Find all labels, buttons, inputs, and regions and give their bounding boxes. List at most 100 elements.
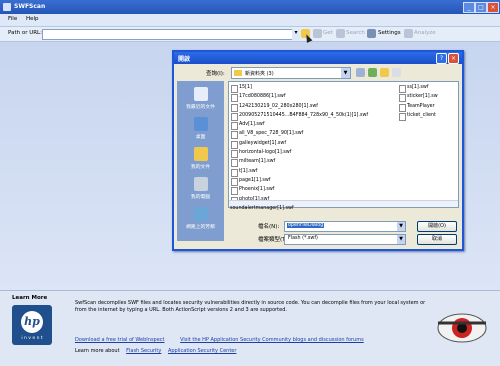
flash-security-link[interactable]: Flash Security — [126, 348, 161, 354]
title-bar: SWFScan _ □ × — [0, 0, 500, 14]
view-menu-icon[interactable] — [392, 68, 401, 77]
file-name: 15[1] — [239, 85, 252, 90]
links-row-2: Learn more about Flash Security Applicat… — [75, 348, 236, 354]
look-in-label: 查詢(I): — [206, 71, 225, 77]
swf-file-icon — [399, 103, 406, 112]
search-icon — [336, 29, 345, 38]
swf-file-icon — [231, 112, 238, 121]
help-icon[interactable]: ? — [436, 53, 447, 64]
description-text: SwfScan decompiles SWF files and locates… — [75, 300, 426, 313]
place-desktop[interactable]: 桌面 — [177, 117, 224, 140]
swf-file-icon — [231, 159, 238, 168]
file-name: soundalertmanager[1].swf — [230, 206, 294, 211]
hp-tagline: i n v e n t — [21, 336, 43, 341]
maximize-button[interactable]: □ — [475, 2, 487, 13]
file-name: all_V8_spec_728_90[1].swf — [239, 131, 304, 137]
menu-help[interactable]: Help — [26, 16, 39, 22]
eye-logo-icon — [437, 313, 487, 343]
filename-input[interactable]: openFileDialog ▼ — [284, 221, 406, 232]
file-name: t[1].swf — [239, 168, 258, 174]
app-icon — [3, 3, 11, 11]
file-name: page1[1].swf — [239, 177, 271, 183]
community-link[interactable]: Visit the HP Application Security Commun… — [180, 337, 364, 343]
dialog-close-button[interactable]: × — [448, 53, 459, 64]
up-folder-icon[interactable] — [368, 68, 377, 77]
learn-more-about-label: Learn more about — [75, 348, 120, 354]
security-center-link[interactable]: Application Security Center — [168, 348, 236, 354]
open-button[interactable]: 開啟(O) — [417, 221, 457, 232]
analyze-button[interactable]: Analyze — [414, 30, 436, 36]
search-button[interactable]: Search — [346, 30, 365, 36]
file-name: ticket_client — [407, 112, 436, 118]
cancel-button[interactable]: 取消 — [417, 234, 457, 245]
toolbar: Path or URL: ▾ Get Search Settings Analy… — [0, 27, 500, 42]
recent-documents-icon — [193, 87, 208, 101]
menu-file[interactable]: File — [8, 16, 17, 22]
get-button[interactable]: Get — [323, 30, 333, 36]
minimize-button[interactable]: _ — [463, 2, 475, 13]
filetype-value: Flash (*.swf) — [288, 236, 318, 241]
file-name: galleywidget[1].swf — [239, 140, 287, 146]
menu-bar: File Help — [0, 14, 500, 27]
look-in-value: 新資料夾 (3) — [245, 71, 274, 77]
filename-label: 檔名(N): — [258, 224, 280, 230]
settings-button[interactable]: Settings — [378, 30, 401, 36]
filename-value: openFileDialog — [287, 223, 325, 228]
place-label: 我的文件 — [190, 165, 211, 170]
swf-file-icon — [231, 103, 238, 112]
list-item[interactable]: soundalertmanager[1].swf — [230, 206, 294, 211]
learn-more-panel: Learn More hp i n v e n t SwfScan decomp… — [0, 290, 500, 366]
new-folder-icon[interactable] — [380, 68, 389, 77]
place-network[interactable]: 網路上的芳鄰 — [177, 207, 224, 230]
swf-file-icon — [231, 187, 238, 196]
close-button[interactable]: × — [487, 2, 499, 13]
file-name: 1242130219_02_280x280[1].swf — [239, 103, 319, 109]
place-label: 網路上的芳鄰 — [186, 225, 215, 230]
file-name: 200905271510445...B4F884_728x90_4_50k(1)… — [239, 112, 369, 118]
path-label: Path or URL: — [8, 30, 42, 36]
places-bar: 我最近的文件 桌面 我的文件 我的電腦 網路上的芳鄰 — [177, 81, 224, 241]
place-label: 我的電腦 — [190, 195, 211, 200]
file-name: TeamPlayer — [407, 103, 435, 109]
file-name: ss[1].swf — [407, 85, 429, 90]
hp-logo-mark: hp — [21, 311, 43, 333]
path-dropdown[interactable]: ▾ — [292, 29, 300, 40]
swf-file-icon — [231, 85, 238, 93]
swf-file-icon — [231, 94, 238, 103]
folder-icon — [234, 70, 242, 76]
back-icon[interactable] — [356, 68, 365, 77]
swf-file-icon — [231, 131, 238, 140]
swf-file-icon — [231, 177, 238, 186]
swf-file-icon — [399, 112, 406, 121]
chevron-down-icon[interactable]: ▼ — [397, 222, 405, 231]
path-input[interactable] — [42, 29, 294, 40]
place-label: 桌面 — [195, 135, 206, 140]
hp-logo: hp i n v e n t — [12, 305, 52, 345]
get-icon — [313, 29, 322, 38]
dialog-title: 開啟 — [178, 56, 191, 63]
swf-file-icon — [231, 140, 238, 149]
webinspect-trial-link[interactable]: Download a free trial of WebInspect — [75, 337, 165, 343]
file-name: Adv[1].swf — [239, 122, 265, 128]
place-label: 我最近的文件 — [186, 105, 215, 110]
window-title: SWFScan — [14, 3, 46, 10]
look-in-select[interactable]: 新資料夾 (3) ▼ — [231, 67, 351, 79]
chevron-down-icon[interactable]: ▼ — [341, 68, 350, 78]
swf-file-icon — [231, 122, 238, 131]
file-list[interactable]: 15[1] 17cd080886[1].swf 1242130219_02_28… — [228, 81, 459, 208]
place-computer[interactable]: 我的電腦 — [177, 177, 224, 200]
file-name: horizontal-logo[1].swf — [239, 150, 292, 156]
swf-file-icon — [399, 85, 406, 93]
documents-icon — [193, 147, 208, 161]
analyze-icon — [404, 29, 413, 38]
swf-file-icon — [399, 94, 406, 103]
chevron-down-icon[interactable]: ▼ — [397, 235, 405, 244]
swf-file-icon — [231, 150, 238, 159]
links-row-1: Download a free trial of WebInspect Visi… — [75, 337, 364, 343]
place-recent[interactable]: 我最近的文件 — [177, 87, 224, 110]
file-name: milteam[1].swf — [239, 159, 276, 165]
learn-more-title: Learn More — [12, 295, 48, 301]
filetype-select[interactable]: Flash (*.swf) ▼ — [284, 234, 406, 245]
file-name: Phoenix[1].swf — [239, 187, 275, 193]
place-documents[interactable]: 我的文件 — [177, 147, 224, 170]
